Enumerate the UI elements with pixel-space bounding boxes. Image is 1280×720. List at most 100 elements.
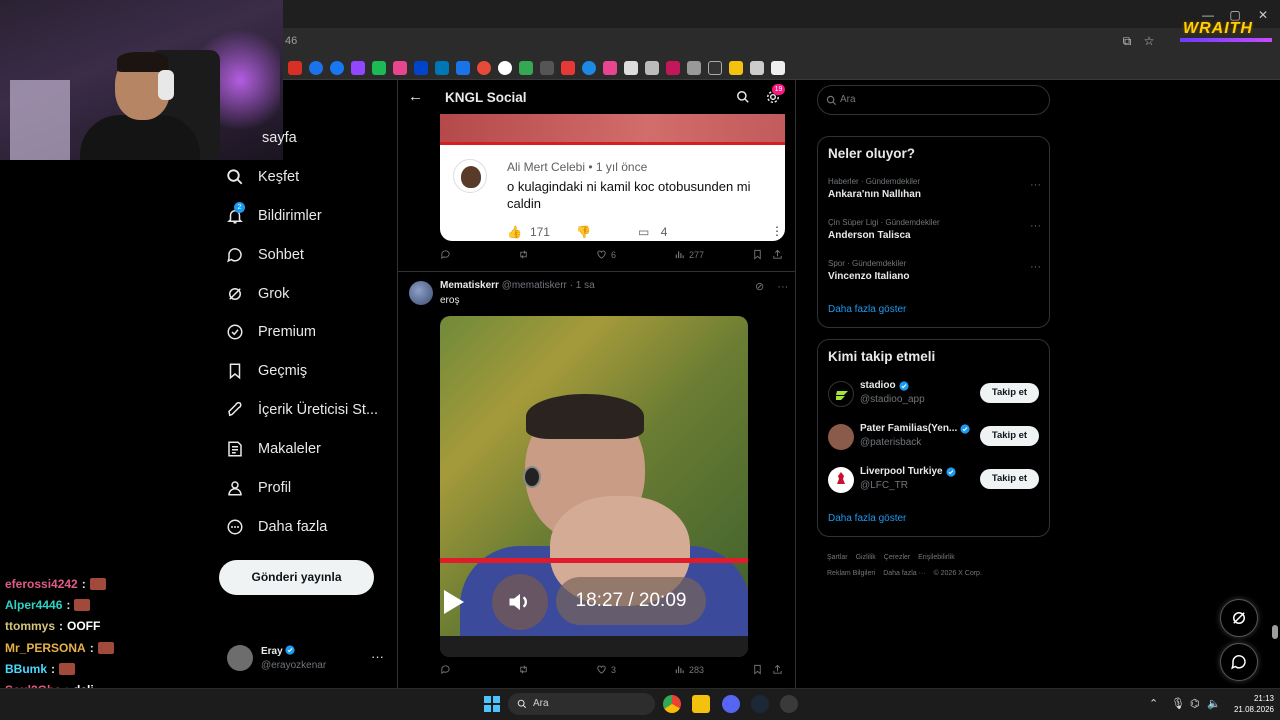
sidebar-item-4[interactable]: Sohbet [226, 243, 304, 267]
bookmark-icon[interactable] [729, 60, 743, 75]
sidebar-item-9[interactable]: Makaleler [226, 437, 321, 461]
bookmark-icon[interactable] [456, 60, 470, 75]
chat-username[interactable]: Alper4446 [5, 598, 62, 612]
bookmark-star-icon[interactable]: ☆ [1142, 34, 1156, 48]
sidebar-item-1[interactable]: sayfa [262, 126, 297, 150]
post-button[interactable]: Gönderi yayınla [219, 560, 374, 595]
bookmark-icon[interactable] [645, 60, 659, 75]
footer-link[interactable]: Şartlar [827, 554, 848, 561]
sidebar-item-5[interactable]: Grok [226, 282, 289, 306]
follow-button[interactable]: Takip et [980, 469, 1039, 489]
chat-username[interactable]: Mr_PERSONA [5, 641, 86, 655]
bookmark-icon[interactable] [414, 60, 428, 75]
more-options-icon[interactable]: ··· [371, 649, 384, 664]
author-handle[interactable]: @mematiskerr [502, 280, 567, 291]
youtube-comment-image[interactable]: Ali Mert Celebi • 1 yıl önce o kulaginda… [440, 114, 785, 241]
grok-icon[interactable]: ⊘ [755, 281, 764, 293]
bookmark-icon[interactable] [351, 60, 365, 75]
footer-link[interactable]: Reklam Bilgileri [827, 570, 875, 577]
close-icon[interactable]: ✕ [1256, 8, 1270, 22]
views-button[interactable]: 277 [674, 249, 704, 260]
follow-button[interactable]: Takip et [980, 383, 1039, 403]
back-arrow-icon[interactable]: ← [408, 88, 423, 105]
show-more-link[interactable]: Daha fazla göster [828, 304, 906, 315]
windows-start-icon[interactable] [484, 696, 500, 712]
file-explorer-icon[interactable] [692, 695, 710, 713]
show-more-link[interactable]: Daha fazla göster [828, 513, 906, 524]
bookmark-button[interactable] [752, 664, 763, 675]
more-options-icon[interactable]: ··· [1030, 261, 1041, 273]
chat-username[interactable]: eferossi4242 [5, 577, 78, 591]
play-icon[interactable] [444, 590, 464, 614]
chat-username[interactable]: BBumk [5, 662, 47, 676]
trend-item[interactable]: Spor · Gündemdekiler Vincenzo Italiano ·… [828, 259, 1041, 282]
more-options-icon[interactable]: ··· [1030, 220, 1041, 232]
bookmark-icon[interactable] [330, 60, 344, 75]
sidebar-item-11[interactable]: Daha fazla [226, 515, 327, 539]
repost-button[interactable] [518, 249, 529, 260]
search-icon[interactable] [736, 90, 750, 104]
steam-icon[interactable] [751, 695, 769, 713]
follow-suggestion[interactable]: stadioo @stadioo_app Takip et [828, 379, 1041, 409]
share-button[interactable] [772, 664, 783, 675]
sidebar-item-2[interactable]: Keşfet [226, 165, 299, 189]
sidebar-item-10[interactable]: Profil [226, 476, 291, 500]
microphone-icon[interactable]: 🎙 [1171, 697, 1185, 710]
bookmark-icon[interactable] [561, 60, 575, 75]
sidebar-item-3[interactable]: 2 Bildirimler [226, 202, 322, 228]
sidebar-item-8[interactable]: İçerik Üreticisi St... [226, 398, 378, 422]
reply-button[interactable] [440, 249, 451, 260]
discord-icon[interactable] [722, 695, 740, 713]
profile-switcher[interactable]: Eray @erayozkenar ··· [227, 643, 387, 677]
search-input[interactable]: Ara [817, 85, 1050, 115]
like-button[interactable]: 3 [596, 664, 616, 675]
footer-link[interactable]: Çerezler [884, 554, 910, 561]
bookmark-icon[interactable] [288, 60, 302, 75]
bookmark-icon[interactable] [582, 60, 596, 75]
bookmark-icon[interactable] [498, 60, 512, 75]
more-options-icon[interactable]: ··· [777, 281, 788, 293]
follow-suggestion[interactable]: Pater Familias(Yen... @paterisback Takip… [828, 422, 1041, 452]
bookmark-icon[interactable] [603, 60, 617, 75]
bookmark-icon[interactable] [309, 60, 323, 75]
trend-item[interactable]: Haberler · Gündemdekiler Ankara'nın Nall… [828, 177, 1041, 200]
chevron-up-icon[interactable]: ⌃ [1149, 697, 1158, 710]
network-icon[interactable]: ⌬ [1190, 697, 1200, 710]
tweet-time[interactable]: · 1 sa [570, 280, 595, 291]
reply-button[interactable] [440, 664, 451, 675]
scrollbar[interactable] [1272, 625, 1278, 639]
grok-fab[interactable] [1220, 599, 1258, 637]
chrome-icon[interactable] [663, 695, 681, 713]
video-player[interactable]: 18:27 / 20:09 [440, 316, 748, 657]
follow-suggestion[interactable]: Liverpool Turkiye @LFC_TR Takip et [828, 465, 1041, 495]
volume-button[interactable] [492, 574, 548, 630]
speaker-icon[interactable]: 🔈 [1207, 697, 1221, 710]
bookmark-icon[interactable] [708, 60, 722, 75]
bookmark-icon[interactable] [540, 60, 554, 75]
bookmark-icon[interactable] [771, 60, 785, 75]
share-button[interactable] [772, 249, 783, 260]
follow-button[interactable]: Takip et [980, 426, 1039, 446]
bookmark-icon[interactable] [372, 60, 386, 75]
more-options-icon[interactable]: ··· [1030, 179, 1041, 191]
taskbar-search[interactable]: Ara [508, 693, 655, 715]
bookmark-icon[interactable] [393, 60, 407, 75]
sidebar-item-6[interactable]: Premium [226, 320, 316, 344]
views-button[interactable]: 283 [674, 664, 704, 675]
messages-fab[interactable] [1220, 643, 1258, 681]
sidebar-item-7[interactable]: Geçmiş [226, 359, 307, 383]
avatar[interactable] [409, 281, 433, 305]
bookmark-icon[interactable] [477, 60, 491, 75]
app-icon[interactable] [780, 695, 798, 713]
like-button[interactable]: 6 [596, 249, 616, 260]
bookmark-icon[interactable] [435, 60, 449, 75]
install-app-icon[interactable]: ⧉ [1120, 34, 1134, 48]
repost-button[interactable] [518, 664, 529, 675]
bookmark-icon[interactable] [519, 60, 533, 75]
footer-link[interactable]: Daha fazla ··· [883, 570, 925, 577]
bookmark-icon[interactable] [750, 60, 764, 75]
bookmark-icon[interactable] [687, 60, 701, 75]
chat-username[interactable]: ttommys [5, 619, 55, 633]
trend-item[interactable]: Çin Süper Ligi · Gündemdekiler Anderson … [828, 218, 1041, 241]
taskbar-clock[interactable]: 21:13 21.08.2026 [1224, 693, 1274, 715]
